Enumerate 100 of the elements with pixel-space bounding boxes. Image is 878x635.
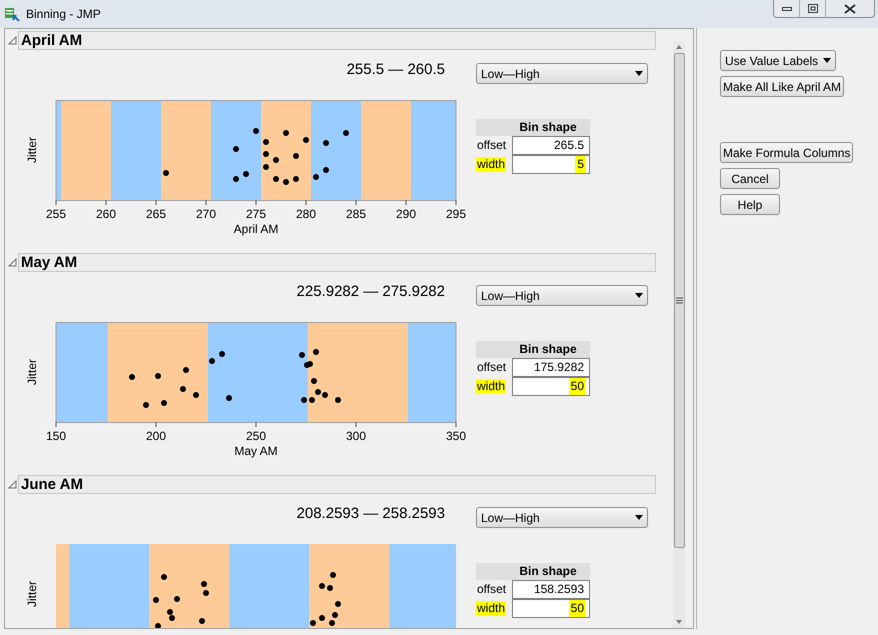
window-title: Binning - JMP: [26, 6, 101, 23]
value-labels-dropdown[interactable]: Use Value Labels: [720, 50, 836, 71]
field-label: width: [476, 601, 506, 616]
data-point: [343, 130, 349, 136]
data-point: [174, 596, 180, 602]
axis-tick-label: 150: [46, 429, 66, 443]
caret-icon: [635, 515, 643, 520]
action-button[interactable]: Help: [720, 194, 780, 215]
axis-tick-label: 250: [246, 429, 266, 443]
data-point: [293, 176, 299, 182]
axis-tick-label: 255: [46, 207, 66, 221]
data-point: [201, 581, 207, 587]
data-point: [233, 146, 239, 152]
field-label: offset: [476, 582, 508, 597]
axis-title: Jitter: [24, 580, 40, 607]
data-point: [273, 176, 279, 182]
scroll-thumb[interactable]: [674, 53, 684, 548]
minimize-icon: [782, 6, 792, 10]
action-button[interactable]: Cancel: [720, 168, 780, 189]
table-header: Bin shape: [476, 563, 590, 580]
width-field[interactable]: 5: [512, 155, 590, 174]
data-point: [335, 397, 341, 403]
data-point: [313, 174, 319, 180]
data-point: [283, 130, 289, 136]
data-point: [293, 153, 299, 159]
data-point: [332, 612, 338, 618]
axis-tick-label: 275: [246, 207, 266, 221]
data-point: [263, 164, 269, 170]
data-point: [209, 358, 215, 364]
caret-icon: [635, 71, 643, 76]
data-point: [243, 171, 249, 177]
width-field[interactable]: 50: [512, 599, 590, 618]
data-point: [180, 386, 186, 392]
data-point: [329, 620, 335, 626]
offset-field[interactable]: 175.9282: [512, 358, 590, 377]
offset-field[interactable]: 265.5: [512, 136, 590, 155]
data-point: [193, 392, 199, 398]
data-point: [155, 623, 161, 628]
data-point: [161, 574, 167, 580]
section-header[interactable]: May AM: [18, 253, 656, 272]
field-label: offset: [476, 360, 508, 375]
data-point: [299, 352, 305, 358]
grip-icon: [676, 297, 682, 304]
axis-tick-label: 200: [146, 429, 166, 443]
axis-title: Jitter: [24, 136, 40, 163]
offset-field[interactable]: 158.2593: [512, 580, 590, 599]
scrollbar[interactable]: [673, 41, 685, 628]
data-point: [155, 373, 161, 379]
data-point: [335, 601, 341, 607]
data-point: [283, 179, 289, 185]
field-label: width: [476, 379, 506, 394]
data-point: [327, 585, 333, 591]
data-point: [163, 170, 169, 176]
section-header[interactable]: April AM: [18, 31, 656, 50]
data-point: [263, 151, 269, 157]
field-label: offset: [476, 138, 508, 153]
action-button[interactable]: Make All Like April AM: [720, 76, 844, 97]
data-point: [226, 395, 232, 401]
table-header: Bin shape: [476, 341, 590, 358]
app-icon: [4, 6, 20, 22]
collapse-triangle-icon[interactable]: [8, 480, 17, 489]
data-point: [153, 597, 159, 603]
axis-tick-label: 270: [196, 207, 216, 221]
data-point: [263, 139, 269, 145]
caret-icon: [635, 293, 643, 298]
data-point: [203, 590, 209, 596]
data-point: [143, 402, 149, 408]
axis-tick-label: 300: [346, 429, 366, 443]
axis-tick-label: 285: [346, 207, 366, 221]
data-point: [129, 374, 135, 380]
axis-tick-label: 280: [296, 207, 316, 221]
collapse-triangle-icon[interactable]: [8, 36, 17, 45]
data-point: [330, 572, 336, 578]
collapse-triangle-icon[interactable]: [8, 258, 17, 267]
data-point: [323, 167, 329, 173]
axis-tick-label: 265: [146, 207, 166, 221]
axis-tick-label: 260: [96, 207, 116, 221]
width-field[interactable]: 50: [512, 377, 590, 396]
order-dropdown[interactable]: Low—High: [476, 507, 648, 528]
data-point: [311, 378, 317, 384]
bin-range-label: 208.2593 — 258.2593: [296, 504, 445, 522]
field-label: width: [476, 157, 506, 172]
data-point: [310, 620, 316, 626]
order-dropdown[interactable]: Low—High: [476, 285, 648, 306]
data-point: [319, 615, 325, 621]
close-icon: [844, 4, 856, 14]
caret-icon: [823, 58, 831, 63]
axis-title: Jitter: [24, 358, 40, 385]
section-header[interactable]: June AM: [18, 475, 656, 494]
data-point: [219, 351, 225, 357]
data-point: [273, 157, 279, 163]
action-button[interactable]: Make Formula Columns: [720, 142, 854, 163]
data-point: [301, 397, 307, 403]
data-point: [323, 140, 329, 146]
data-point: [319, 583, 325, 589]
axis-title: April AM: [234, 222, 278, 236]
order-dropdown[interactable]: Low—High: [476, 63, 648, 84]
table-header: Bin shape: [476, 119, 590, 136]
bin-range-label: 225.9282 — 275.9282: [296, 282, 445, 300]
data-point: [199, 618, 205, 624]
